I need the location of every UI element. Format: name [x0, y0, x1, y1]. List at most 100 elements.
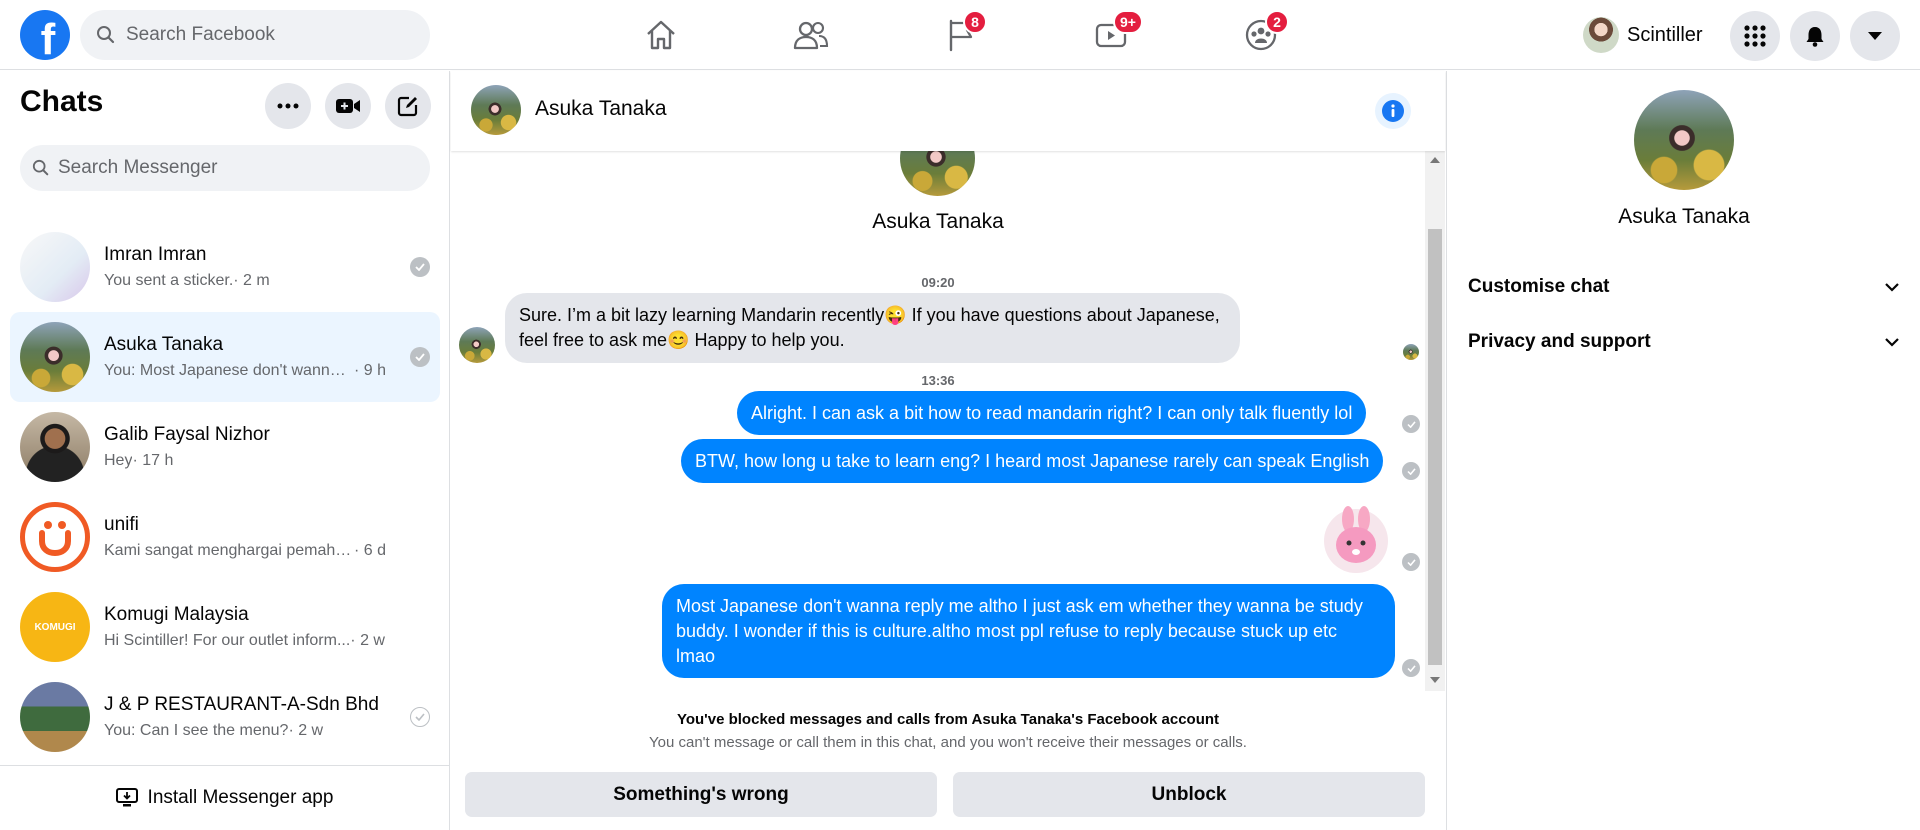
privacy-support-row[interactable]: Privacy and support	[1468, 322, 1900, 362]
customise-chat-row[interactable]: Customise chat	[1468, 267, 1900, 307]
more-icon	[277, 103, 299, 109]
home-icon	[644, 19, 678, 51]
message-bubble-outgoing[interactable]: Most Japanese don't wanna reply me altho…	[662, 584, 1395, 678]
avatar[interactable]	[471, 85, 521, 135]
messenger-search-input[interactable]	[58, 157, 338, 179]
bunny-sticker[interactable]	[1317, 503, 1395, 573]
seen-check-icon	[1402, 659, 1420, 677]
blocked-title: You've blocked messages and calls from A…	[676, 711, 1220, 728]
bell-icon	[1804, 25, 1826, 47]
chat-preview: Hi Scintiller! For our outlet inform...	[104, 632, 351, 649]
nav-groups[interactable]: 2	[1231, 10, 1291, 60]
install-messenger-button[interactable]: Install Messenger app	[0, 765, 449, 830]
seen-check-icon	[410, 257, 430, 277]
seen-check-icon	[1402, 415, 1420, 433]
avatar	[20, 232, 90, 302]
chat-name: Komugi Malaysia	[104, 604, 249, 625]
friends-icon	[793, 20, 829, 50]
profile-shortcut[interactable]: Scintiller	[1583, 14, 1703, 56]
conversation-info-button[interactable]	[1375, 93, 1411, 129]
seen-check-icon	[410, 347, 430, 367]
message-thread[interactable]: Asuka Tanaka 09:20 Sure. I’m a bit lazy …	[451, 151, 1425, 691]
sent-check-icon	[410, 707, 430, 727]
blocked-notice: You've blocked messages and calls from A…	[451, 711, 1445, 751]
install-messenger-label: Install Messenger app	[147, 787, 334, 808]
new-message-button[interactable]	[385, 83, 431, 129]
search-icon	[32, 159, 50, 177]
search-icon	[96, 25, 116, 45]
chat-time: · 6 d	[354, 542, 387, 559]
avatar	[459, 327, 495, 363]
chat-item-imran[interactable]: Imran Imran You sent a sticker. · 2 m	[10, 222, 440, 312]
chat-preview: Hey	[104, 452, 133, 469]
avatar	[20, 502, 90, 572]
chat-time: · 2 m	[233, 272, 270, 289]
chat-item-komugi[interactable]: KOMUGI Komugi Malaysia Hi Scintiller! Fo…	[10, 582, 440, 672]
chats-heading: Chats	[20, 85, 104, 118]
details-contact-name: Asuka Tanaka	[1618, 205, 1750, 228]
compose-icon	[397, 95, 419, 117]
scroll-down-icon[interactable]	[1430, 677, 1440, 683]
avatar	[1583, 17, 1619, 53]
notifications-button[interactable]	[1790, 11, 1840, 61]
timestamp: 13:36	[921, 373, 955, 388]
conversation-header: Asuka Tanaka	[451, 71, 1445, 151]
chat-time: · 17 h	[132, 452, 174, 469]
chat-options-button[interactable]	[265, 83, 311, 129]
chat-time: · 9 h	[354, 362, 387, 379]
avatar[interactable]	[1634, 90, 1734, 190]
message-scrollbar[interactable]	[1425, 151, 1445, 691]
facebook-search-box[interactable]	[80, 10, 430, 60]
nav-watch[interactable]: 9+	[1081, 10, 1143, 60]
nav-friends[interactable]	[781, 10, 841, 60]
something-wrong-button[interactable]: Something's wrong	[465, 772, 937, 817]
message-bubble-incoming[interactable]: Sure. I’m a bit lazy learning Mandarin r…	[505, 293, 1240, 363]
chat-name: Imran Imran	[104, 244, 207, 265]
menu-button[interactable]	[1730, 11, 1780, 61]
watch-badge: 9+	[1113, 10, 1143, 34]
chat-time: · 2 w	[350, 632, 385, 649]
unblock-button[interactable]: Unblock	[953, 772, 1425, 817]
nav-pages[interactable]: 8	[931, 10, 991, 60]
chat-preview: You: Most Japanese don't wanna ...	[104, 362, 354, 379]
nav-home[interactable]	[631, 10, 691, 60]
chevron-down-icon	[1884, 282, 1900, 292]
privacy-support-label: Privacy and support	[1468, 331, 1651, 352]
scrollbar-thumb[interactable]	[1428, 229, 1442, 665]
caret-down-icon	[1866, 30, 1884, 42]
unifi-logo-icon	[39, 521, 71, 557]
customise-chat-label: Customise chat	[1468, 276, 1610, 297]
seen-check-icon	[1402, 553, 1420, 571]
read-receipt-avatar	[1403, 344, 1419, 360]
avatar	[20, 412, 90, 482]
chat-item-jp-restaurant[interactable]: J & P RESTAURANT-A-Sdn Bhd You: Can I se…	[10, 672, 440, 762]
groups-badge: 2	[1265, 10, 1289, 34]
message-bubble-outgoing[interactable]: Alright. I can ask a bit how to read man…	[737, 391, 1367, 435]
info-icon	[1381, 99, 1405, 123]
chat-preview: Kami sangat menghargai pemaha...	[104, 542, 354, 559]
messenger-search-box[interactable]	[20, 145, 430, 191]
thread-contact-name: Asuka Tanaka	[872, 210, 1004, 233]
chat-list: Imran Imran You sent a sticker. · 2 m As…	[10, 222, 440, 762]
facebook-logo[interactable]: f	[20, 10, 70, 60]
new-room-button[interactable]	[325, 83, 371, 129]
desktop-icon	[115, 788, 138, 808]
scroll-up-icon[interactable]	[1430, 157, 1440, 163]
chat-item-unifi[interactable]: unifi Kami sangat menghargai pemaha... ·…	[10, 492, 440, 582]
conversation-name[interactable]: Asuka Tanaka	[535, 97, 667, 121]
blocked-subtitle: You can't message or call them in this c…	[649, 734, 1247, 751]
chat-item-galib[interactable]: Galib Faysal Nizhor Hey · 17 h	[10, 402, 440, 492]
avatar	[900, 151, 975, 196]
grid-menu-icon	[1743, 24, 1767, 48]
video-camera-icon	[335, 97, 361, 115]
chat-preview: You: Can I see the menu?	[104, 722, 289, 739]
avatar	[20, 682, 90, 752]
chevron-down-icon	[1884, 337, 1900, 347]
chat-item-asuka[interactable]: Asuka Tanaka You: Most Japanese don't wa…	[10, 312, 440, 402]
chat-preview: You sent a sticker.	[104, 272, 234, 289]
top-navigation-bar: f 8 9+ 2 Scintiller	[0, 0, 1920, 70]
account-button[interactable]	[1850, 11, 1900, 61]
conversation-panel: Asuka Tanaka Asuka Tanaka 09:20 Sure. I’…	[451, 71, 1445, 830]
message-bubble-outgoing[interactable]: BTW, how long u take to learn eng? I hea…	[681, 439, 1384, 483]
facebook-search-input[interactable]	[126, 24, 406, 46]
